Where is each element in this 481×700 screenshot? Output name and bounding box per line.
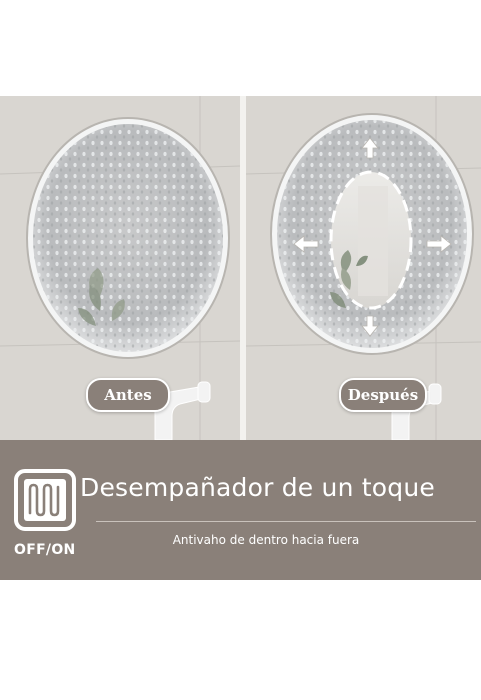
feature-subtitle: Antivaho de dentro hacia fuera <box>172 533 360 547</box>
after-label: Después <box>339 378 427 412</box>
switch-label: OFF/ON <box>14 542 76 558</box>
product-image: Antes Después OFF/ON Desempañador de un … <box>0 0 481 700</box>
panel-divider <box>240 96 246 440</box>
title-divider <box>96 521 476 522</box>
defogger-heating-icon <box>14 469 76 531</box>
feature-title: Desempañador de un toque <box>80 473 435 502</box>
before-label: Antes <box>86 378 170 412</box>
